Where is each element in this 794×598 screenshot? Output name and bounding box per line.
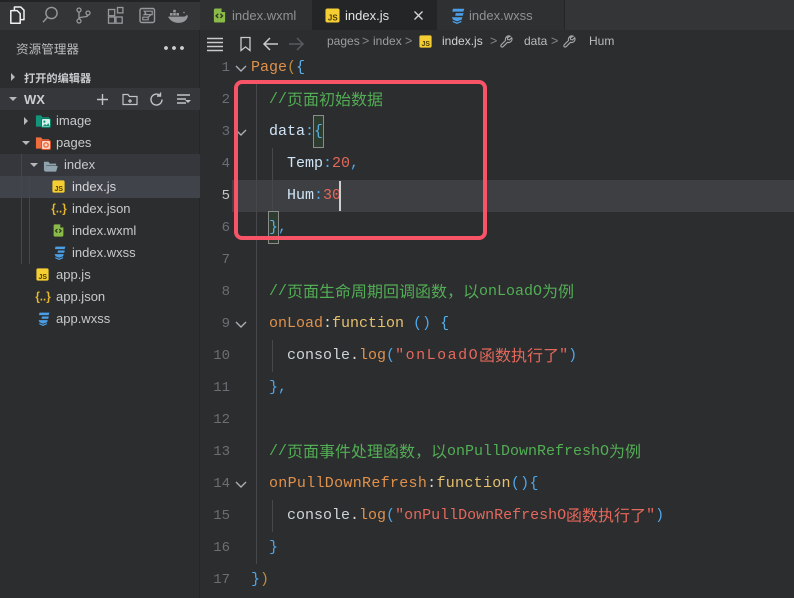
svg-text:{..}: {..} (51, 204, 67, 216)
svg-text:JS: JS (328, 14, 338, 23)
svg-text:JS: JS (39, 274, 48, 281)
svg-text:JS: JS (422, 41, 431, 48)
svg-text:JS: JS (55, 186, 64, 193)
svg-text:{..}: {..} (35, 292, 51, 304)
